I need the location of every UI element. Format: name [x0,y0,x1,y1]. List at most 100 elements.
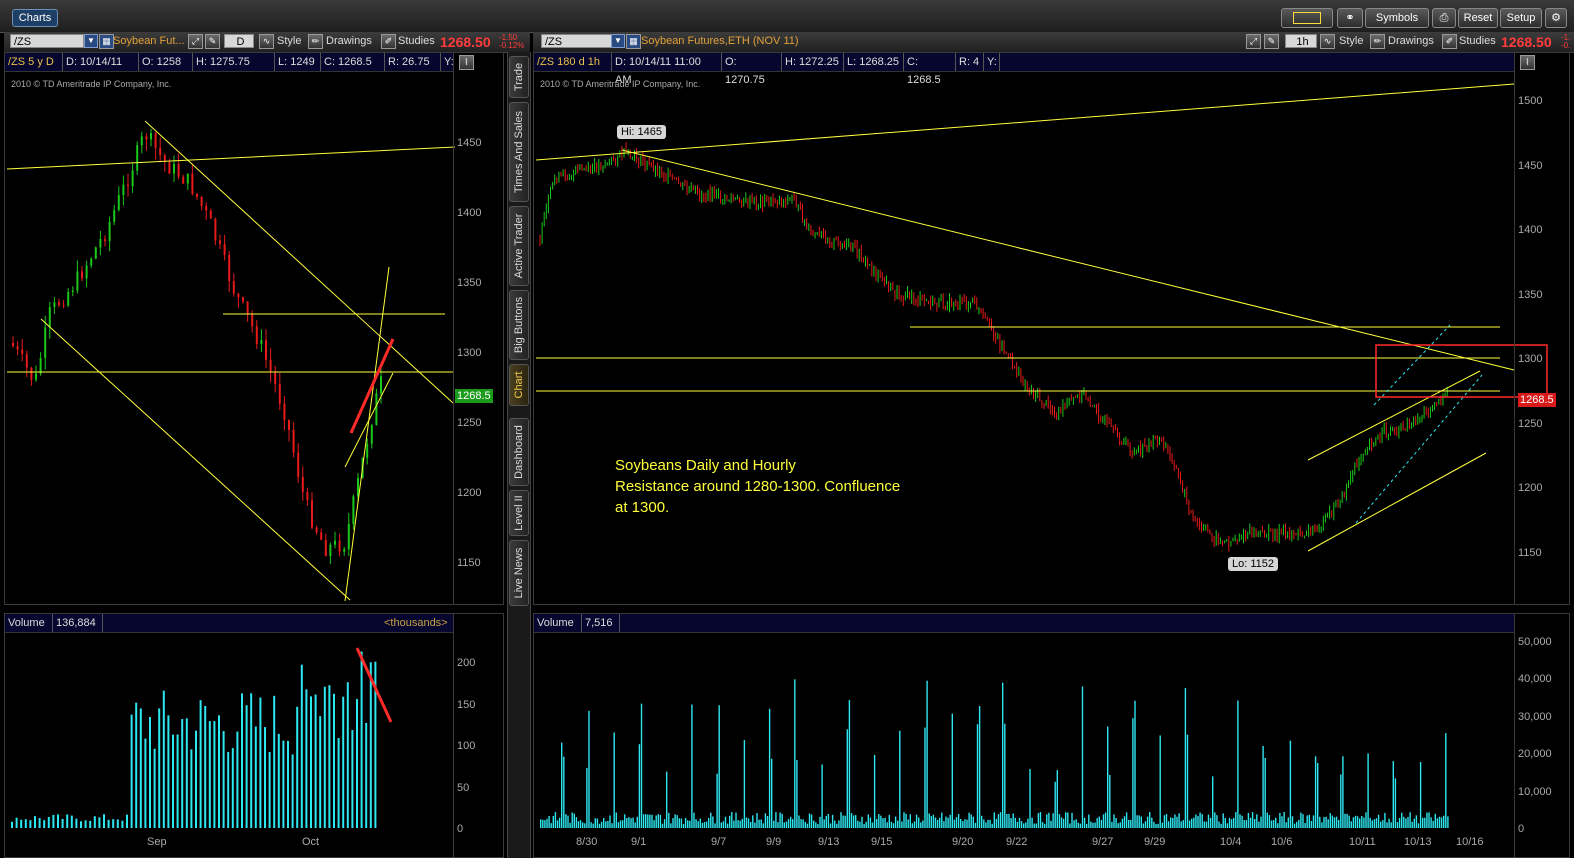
right-volume-chart [540,679,1449,828]
volume-bar [153,748,156,828]
volume-bar [995,818,998,828]
left-symbol-lookup-icon[interactable]: ▦ [99,34,114,49]
candle-body [324,539,327,557]
right-drawings-button[interactable]: Drawings [1388,35,1434,47]
volume-bar [743,740,746,828]
volume-bar [1201,814,1203,828]
volume-bar [369,662,372,828]
link-button[interactable]: ⚭ [1337,8,1363,28]
left-volume-tick: 50 [457,782,470,794]
right-price-panel[interactable]: /ZS 180 d 1h D: 10/14/11 11:00 AM O: 127… [533,52,1570,605]
volume-bar [1138,815,1140,828]
trendline [344,266,390,602]
sidebar-tab-times-and-sales[interactable]: Times And Sales [509,102,529,202]
volume-bar [1417,823,1420,828]
volume-bar [571,812,573,828]
volume-bar [61,818,64,828]
left-volume-panel[interactable]: Volume 136,884 <thousands> 200 150 100 5… [4,613,504,858]
volume-bar [1251,812,1254,828]
volume-bar [1058,814,1061,828]
volume-bar [745,817,748,828]
sidebar-tab-live-news[interactable]: Live News [509,540,529,606]
volume-bar [590,822,592,828]
right-studies-button[interactable]: Studies [1459,35,1496,47]
volume-bar [1440,817,1443,828]
candle-body [301,476,304,493]
volume-bar [1348,815,1350,828]
volume-bar [1304,823,1306,828]
right-interval-selector[interactable]: 1h [1285,34,1317,48]
volume-bar [737,820,739,828]
right-symbol-input[interactable]: /ZS [541,34,615,48]
left-crosshair-icon[interactable]: ✎ [205,34,220,49]
reset-button[interactable]: Reset [1458,8,1498,28]
volume-bar [880,815,882,828]
volume-bar [1369,817,1371,828]
right-crosshair-icon[interactable]: ✎ [1264,34,1279,49]
layout-grid-button[interactable] [1281,8,1333,28]
volume-bar [1054,781,1056,828]
sidebar-tab-dashboard[interactable]: Dashboard [509,418,529,486]
candle-body [81,271,83,279]
right-date-tick: 10/6 [1271,836,1293,848]
left-style-button[interactable]: Style [277,35,301,47]
volume-bar [1153,821,1155,828]
volume-bar [989,819,991,828]
volume-bar [1298,819,1300,828]
candle-body [108,221,111,242]
volume-bar [718,705,720,828]
right-symbol-lookup-icon[interactable]: ▦ [626,34,641,49]
right-style-button[interactable]: Style [1339,35,1363,47]
left-zoom-icon[interactable]: ⤢ [188,34,203,49]
candle-body [104,239,106,242]
volume-bar [645,814,647,828]
volume-bar [1016,821,1019,828]
volume-bar [1207,814,1210,828]
volume-bar [296,706,299,828]
left-symbol-dropdown[interactable]: ▼ [84,34,98,48]
sidebar-tab-active-trader[interactable]: Active Trader [509,206,529,286]
volume-bar [670,823,672,828]
volume-bar [1199,812,1201,828]
volume-bar [287,740,289,828]
candle-body [191,173,194,194]
sidebar-tab-level-ii[interactable]: Level II [509,490,529,536]
volume-bar [960,818,962,828]
volume-bar [941,812,943,828]
volume-bar [968,812,970,828]
volume-bar [80,821,82,828]
left-price-panel[interactable]: /ZS 5 y D D: 10/14/11 O: 1258 H: 1275.75… [4,52,504,605]
left-studies-button[interactable]: Studies [398,35,435,47]
volume-bar [126,814,128,828]
settings-button[interactable]: ⚙ [1545,8,1567,28]
print-button[interactable]: ⎙ [1432,8,1456,28]
left-symbol-input[interactable]: /ZS [10,34,84,48]
volume-bar [1151,817,1153,828]
tab-charts[interactable]: Charts [12,9,58,27]
volume-bar [729,815,731,828]
volume-bar [268,751,271,828]
symbols-button[interactable]: Symbols [1365,8,1429,28]
right-volume-panel[interactable]: Volume 7,516 50,000 40,000 30,000 20,000… [533,613,1570,858]
volume-bar [834,820,836,828]
volume-bar [638,744,641,828]
left-interval-selector[interactable]: D [224,34,254,48]
right-zoom-icon[interactable]: ⤢ [1246,34,1261,49]
sidebar-tab-chart[interactable]: Chart [509,364,529,406]
sidebar-tab-trade[interactable]: Trade [509,56,529,98]
volume-bar [1069,823,1071,828]
left-drawings-button[interactable]: Drawings [326,35,372,47]
volume-bar [997,814,1000,828]
sidebar-tab-big-buttons[interactable]: Big Buttons [509,290,529,360]
right-symbol-dropdown[interactable]: ▼ [611,34,625,48]
volume-bar [735,812,737,828]
left-price-tick: 1450 [457,137,482,149]
volume-bar [1415,815,1418,828]
volume-bar [213,721,216,828]
setup-button[interactable]: Setup [1500,8,1542,28]
volume-bar [1008,813,1010,828]
annotation-line: Resistance around 1280-1300. Confluence [615,478,901,495]
candle-body [90,258,93,266]
candle-body [255,326,258,344]
candle-body [85,265,88,279]
